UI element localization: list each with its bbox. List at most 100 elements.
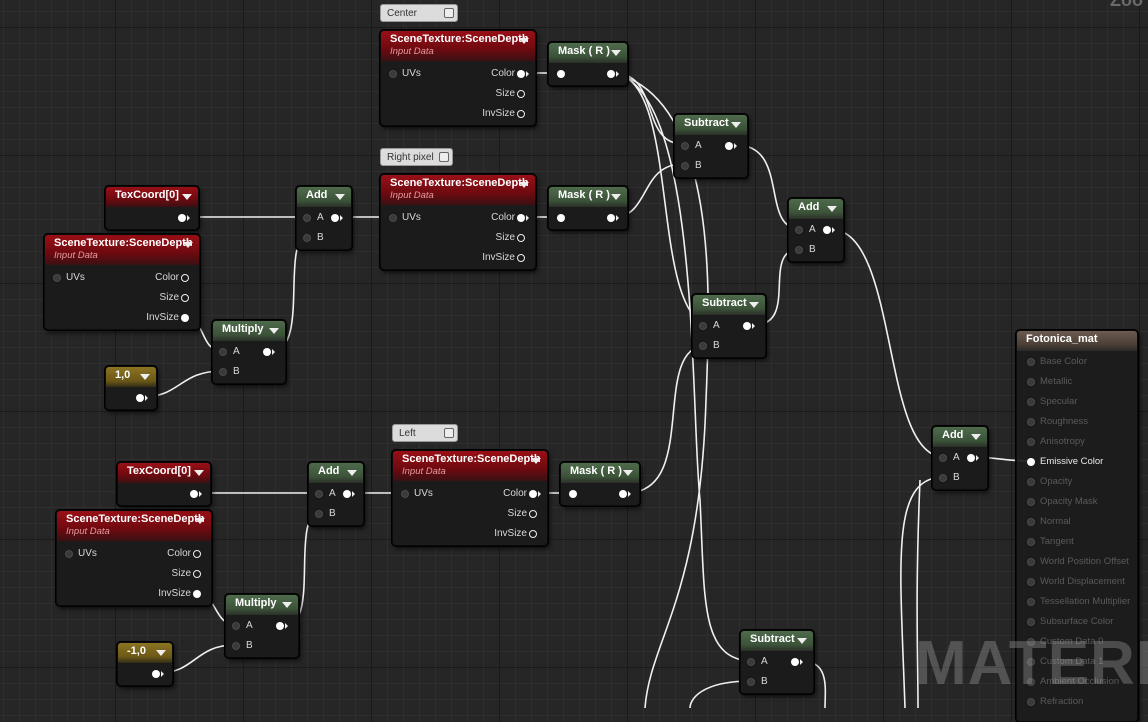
subtract-node-middle[interactable]: Subtract A B xyxy=(692,294,766,358)
input-pin[interactable] xyxy=(1027,698,1035,706)
input-pin[interactable] xyxy=(1027,418,1035,426)
scene-texture-node-left[interactable]: SceneTexture:SceneDepth Input Data UVs Co… xyxy=(392,450,548,546)
uvs-input-pin[interactable] xyxy=(389,70,397,78)
output-pin[interactable] xyxy=(263,348,275,356)
chevron-down-icon[interactable] xyxy=(519,38,529,44)
chevron-down-icon[interactable] xyxy=(971,434,981,440)
comment-left-pixel[interactable]: Left pixel xyxy=(392,424,458,457)
output-pin[interactable] xyxy=(823,226,835,234)
input-pin[interactable] xyxy=(1027,598,1035,606)
multiply-node-bottom[interactable]: Multiply A B xyxy=(225,594,299,658)
chevron-down-icon[interactable] xyxy=(335,194,345,200)
constant-node-positive[interactable]: 1,0 xyxy=(105,366,157,410)
output-pin[interactable] xyxy=(607,214,619,222)
chevron-down-icon[interactable] xyxy=(282,602,292,608)
input-pin-a[interactable] xyxy=(219,348,227,356)
input-pin[interactable] xyxy=(1027,398,1035,406)
chevron-down-icon[interactable] xyxy=(827,206,837,212)
input-pin-b[interactable] xyxy=(939,474,947,482)
size-output-pin[interactable] xyxy=(517,90,525,98)
output-pin[interactable] xyxy=(136,394,148,402)
input-pin-a[interactable] xyxy=(939,454,947,462)
output-pin[interactable] xyxy=(725,142,737,150)
input-pin[interactable] xyxy=(569,490,577,498)
input-pin-a[interactable] xyxy=(315,490,323,498)
chevron-down-icon[interactable] xyxy=(623,470,633,476)
chevron-down-icon[interactable] xyxy=(749,302,759,308)
color-output-pin[interactable] xyxy=(517,214,529,222)
color-output-pin[interactable] xyxy=(529,490,541,498)
uvs-input-pin[interactable] xyxy=(53,274,61,282)
output-pin[interactable] xyxy=(190,490,202,498)
output-pin[interactable] xyxy=(619,490,631,498)
output-pin[interactable] xyxy=(276,622,288,630)
chevron-down-icon[interactable] xyxy=(194,470,204,476)
invsize-output-pin[interactable] xyxy=(193,590,201,598)
input-pin[interactable] xyxy=(1027,478,1035,486)
input-pin-a[interactable] xyxy=(681,142,689,150)
input-pin-a[interactable] xyxy=(699,322,707,330)
add-node-uv-bottom[interactable]: Add A B xyxy=(308,462,364,526)
invsize-output-pin[interactable] xyxy=(517,110,525,118)
input-pin-a[interactable] xyxy=(747,658,755,666)
add-node-uv-top[interactable]: Add A B xyxy=(296,186,352,250)
chevron-down-icon[interactable] xyxy=(611,194,621,200)
chevron-down-icon[interactable] xyxy=(183,242,193,248)
scene-texture-node-offset-top[interactable]: SceneTexture:SceneDepth Input Data UVs Co… xyxy=(44,234,200,330)
uvs-input-pin[interactable] xyxy=(65,550,73,558)
comment-center-pixel[interactable]: Center pixel xyxy=(380,4,458,37)
mask-r-node-center[interactable]: Mask ( R ) xyxy=(548,42,628,86)
invsize-output-pin[interactable] xyxy=(529,530,537,538)
comment-right-pixel[interactable]: Right pixel xyxy=(380,148,453,166)
input-pin[interactable] xyxy=(1027,518,1035,526)
input-pin[interactable] xyxy=(1027,618,1035,626)
input-pin-b[interactable] xyxy=(795,246,803,254)
input-pin[interactable] xyxy=(1027,498,1035,506)
chevron-down-icon[interactable] xyxy=(195,518,205,524)
mask-r-node-right[interactable]: Mask ( R ) xyxy=(548,186,628,230)
scene-texture-node-center[interactable]: SceneTexture:SceneDepth Input Data UVs Co… xyxy=(380,30,536,126)
scene-texture-node-right[interactable]: SceneTexture:SceneDepth Input Data UVs Co… xyxy=(380,174,536,270)
input-pin[interactable] xyxy=(1027,558,1035,566)
input-pin-b[interactable] xyxy=(303,234,311,242)
chevron-down-icon[interactable] xyxy=(269,328,279,334)
input-pin[interactable] xyxy=(1027,538,1035,546)
input-pin-b[interactable] xyxy=(232,642,240,650)
output-pin[interactable] xyxy=(343,490,355,498)
input-pin-a[interactable] xyxy=(303,214,311,222)
input-pin-b[interactable] xyxy=(219,368,227,376)
multiply-node-top[interactable]: Multiply A B xyxy=(212,320,286,384)
output-pin[interactable] xyxy=(607,70,619,78)
output-pin[interactable] xyxy=(152,670,164,678)
input-pin-a[interactable] xyxy=(795,226,803,234)
color-output-pin[interactable] xyxy=(193,550,201,558)
size-output-pin[interactable] xyxy=(517,234,525,242)
input-pin[interactable] xyxy=(1027,438,1035,446)
input-pin[interactable] xyxy=(1027,458,1035,466)
chevron-down-icon[interactable] xyxy=(347,470,357,476)
input-pin[interactable] xyxy=(1027,378,1035,386)
texcoord-node-top[interactable]: TexCoord[0] xyxy=(105,186,199,230)
add-node-middle[interactable]: Add A B xyxy=(788,198,844,262)
chevron-down-icon[interactable] xyxy=(531,458,541,464)
output-pin[interactable] xyxy=(791,658,803,666)
input-pin[interactable] xyxy=(557,214,565,222)
subtract-node-top[interactable]: Subtract A B xyxy=(674,114,748,178)
uvs-input-pin[interactable] xyxy=(401,490,409,498)
texcoord-node-bottom[interactable]: TexCoord[0] xyxy=(117,462,211,506)
add-node-final[interactable]: Add A B xyxy=(932,426,988,490)
mask-r-node-left[interactable]: Mask ( R ) xyxy=(560,462,640,506)
invsize-output-pin[interactable] xyxy=(181,314,189,322)
chevron-down-icon[interactable] xyxy=(519,182,529,188)
input-pin-a[interactable] xyxy=(232,622,240,630)
input-pin-b[interactable] xyxy=(747,678,755,686)
chevron-down-icon[interactable] xyxy=(731,122,741,128)
chevron-down-icon[interactable] xyxy=(182,194,192,200)
scene-texture-node-offset-bottom[interactable]: SceneTexture:SceneDepth Input Data UVs Co… xyxy=(56,510,212,606)
input-pin-b[interactable] xyxy=(315,510,323,518)
input-pin[interactable] xyxy=(1027,358,1035,366)
input-pin-b[interactable] xyxy=(699,342,707,350)
input-pin-b[interactable] xyxy=(681,162,689,170)
size-output-pin[interactable] xyxy=(529,510,537,518)
input-pin[interactable] xyxy=(557,70,565,78)
